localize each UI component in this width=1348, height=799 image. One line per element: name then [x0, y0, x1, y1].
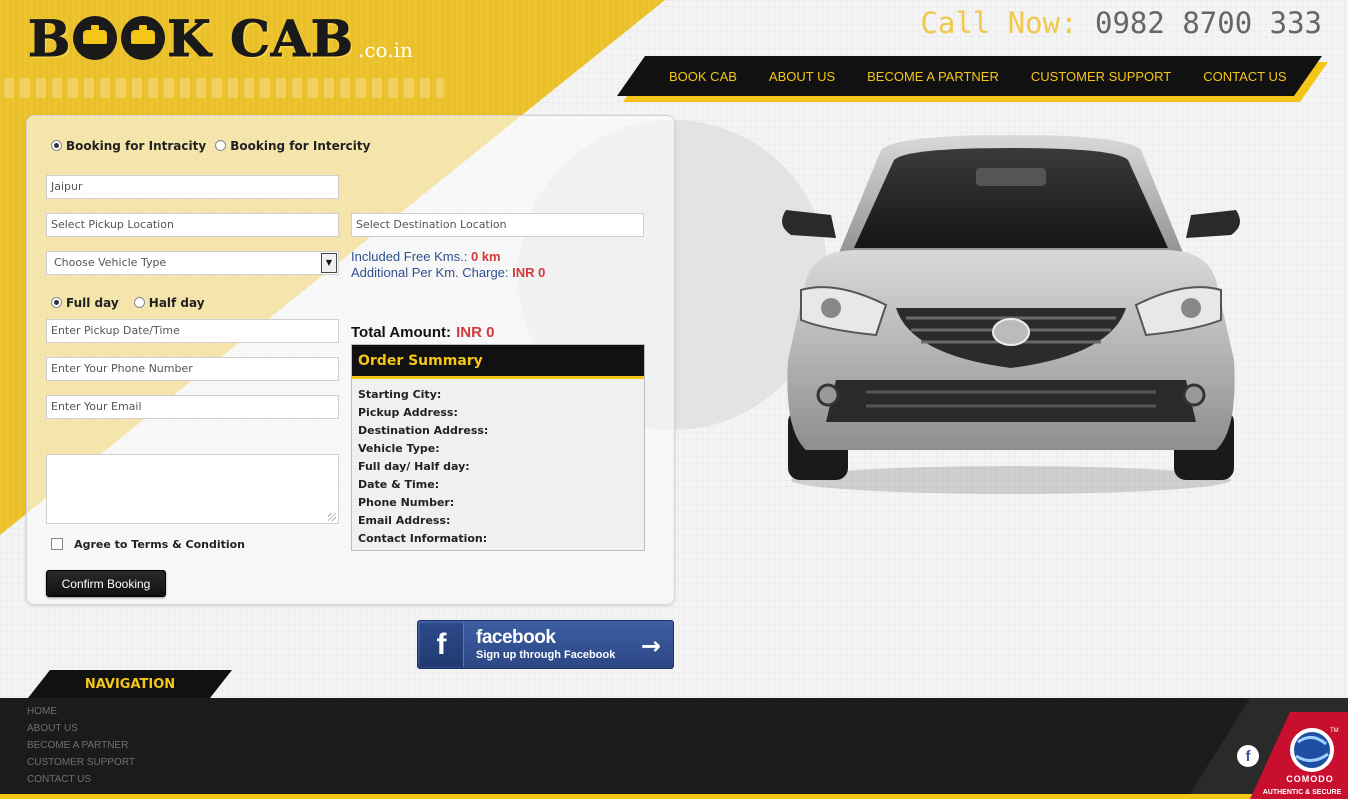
- radio-half-day[interactable]: [133, 297, 145, 308]
- summary-row: Vehicle Type:: [358, 442, 440, 455]
- booking-type-group: Booking for Intracity Booking for Interc…: [51, 135, 374, 154]
- total-amount: Total Amount: INR 0: [351, 322, 494, 341]
- terms-label: Agree to Terms & Condition: [74, 538, 246, 551]
- total-amount-value: INR 0: [456, 324, 495, 341]
- pickup-datetime-input[interactable]: Enter Pickup Date/Time: [46, 319, 339, 343]
- confirm-booking-button[interactable]: Confirm Booking: [46, 570, 166, 597]
- summary-row: Email Address:: [358, 514, 451, 527]
- nav-book-cab[interactable]: BOOK CAB: [669, 69, 737, 84]
- order-summary-title: Order Summary: [352, 345, 644, 379]
- footer-link-contact-us[interactable]: CONTACT US: [27, 773, 135, 790]
- call-now-label: Call Now:: [920, 6, 1078, 40]
- pickup-location-select[interactable]: Select Pickup Location: [46, 213, 339, 237]
- car-image: [782, 135, 1240, 494]
- summary-row: Pickup Address:: [358, 406, 458, 419]
- phone-number[interactable]: 0982 8700 333: [1095, 6, 1322, 40]
- summary-row: Phone Number:: [358, 496, 455, 509]
- message-textarea[interactable]: [46, 454, 339, 524]
- phone-input[interactable]: Enter Your Phone Number: [46, 357, 339, 381]
- nav-become-partner[interactable]: BECOME A PARTNER: [867, 69, 999, 84]
- destination-location-select[interactable]: Select Destination Location: [351, 213, 644, 237]
- free-kms-label: Included Free Kms.:: [351, 249, 468, 264]
- terms-checkbox[interactable]: [51, 538, 63, 550]
- nav-contact-us[interactable]: CONTACT US: [1203, 69, 1286, 84]
- per-km-value: INR 0: [512, 265, 546, 280]
- footer-link-home[interactable]: HOME: [27, 705, 135, 722]
- logo-wordmark: BK CAB: [27, 9, 354, 68]
- radio-intercity[interactable]: [215, 140, 227, 151]
- facebook-subtitle: Sign up through Facebook: [476, 648, 616, 661]
- main-nav: BOOK CAB ABOUT US BECOME A PARTNER CUSTO…: [617, 56, 1322, 96]
- radio-full-day-label: Full day: [66, 296, 119, 310]
- footer: [0, 698, 1348, 799]
- footer-link-about-us[interactable]: ABOUT US: [27, 722, 135, 739]
- booking-panel: Booking for Intracity Booking for Interc…: [26, 115, 675, 605]
- footer-navigation-title: NAVIGATION: [28, 670, 232, 698]
- total-amount-label: Total Amount:: [351, 324, 451, 341]
- summary-row: Starting City:: [358, 388, 442, 401]
- per-km-label: Additional Per Km. Charge:: [351, 265, 509, 280]
- site-logo[interactable]: BK CAB .co.in: [27, 9, 413, 68]
- nav-about-us[interactable]: ABOUT US: [769, 69, 835, 84]
- footer-link-become-partner[interactable]: BECOME A PARTNER: [27, 739, 135, 756]
- dropdown-arrow-icon[interactable]: ▼: [321, 253, 337, 273]
- radio-intracity[interactable]: [51, 140, 62, 151]
- summary-row: Full day/ Half day:: [358, 460, 470, 473]
- per-km-info: Additional Per Km. Charge: INR 0: [351, 265, 545, 280]
- email-input[interactable]: Enter Your Email: [46, 395, 339, 419]
- city-input[interactable]: Jaipur: [46, 175, 339, 199]
- radio-intracity-label: Booking for Intracity: [66, 139, 207, 153]
- facebook-icon: f: [420, 622, 464, 667]
- vehicle-type-value: Choose Vehicle Type: [54, 256, 167, 269]
- facebook-signup-button[interactable]: f facebook Sign up through Facebook →: [417, 620, 674, 669]
- taxi-icon: [73, 16, 118, 60]
- comodo-seal-icon[interactable]: TM COMODO AUTHENTIC & SECURE: [1250, 712, 1348, 799]
- call-now: Call Now: 0982 8700 333: [920, 6, 1322, 40]
- logo-domain: .co.in: [357, 38, 413, 62]
- day-type-group: Full day Half day: [51, 292, 209, 311]
- comodo-name: COMODO: [1286, 774, 1334, 784]
- footer-link-customer-support[interactable]: CUSTOMER SUPPORT: [27, 756, 135, 773]
- summary-row: Contact Information:: [358, 532, 488, 545]
- radio-intercity-label: Booking for Intercity: [230, 139, 371, 153]
- free-kms-info: Included Free Kms.: 0 km: [351, 249, 501, 264]
- comodo-tm: TM: [1330, 728, 1339, 734]
- radio-full-day[interactable]: [51, 297, 62, 308]
- comodo-tagline: AUTHENTIC & SECURE: [1263, 789, 1342, 796]
- arrow-right-icon: →: [640, 632, 661, 660]
- summary-row: Date & Time:: [358, 478, 440, 491]
- nav-customer-support[interactable]: CUSTOMER SUPPORT: [1031, 69, 1171, 84]
- radio-half-day-label: Half day: [148, 296, 205, 310]
- resize-grip-icon[interactable]: [328, 513, 336, 521]
- summary-row: Destination Address:: [358, 424, 489, 437]
- free-kms-value: 0 km: [470, 249, 501, 264]
- order-summary: Order Summary Starting City: Pickup Addr…: [351, 344, 645, 551]
- footer-links: HOME ABOUT US BECOME A PARTNER CUSTOMER …: [27, 705, 135, 790]
- facebook-title: facebook: [476, 626, 556, 648]
- vehicle-type-select[interactable]: Choose Vehicle Type ▼: [46, 251, 339, 275]
- tire-tracks-decoration: [4, 78, 444, 98]
- terms-row: Agree to Terms & Condition: [51, 533, 249, 552]
- taxi-icon: [121, 16, 166, 60]
